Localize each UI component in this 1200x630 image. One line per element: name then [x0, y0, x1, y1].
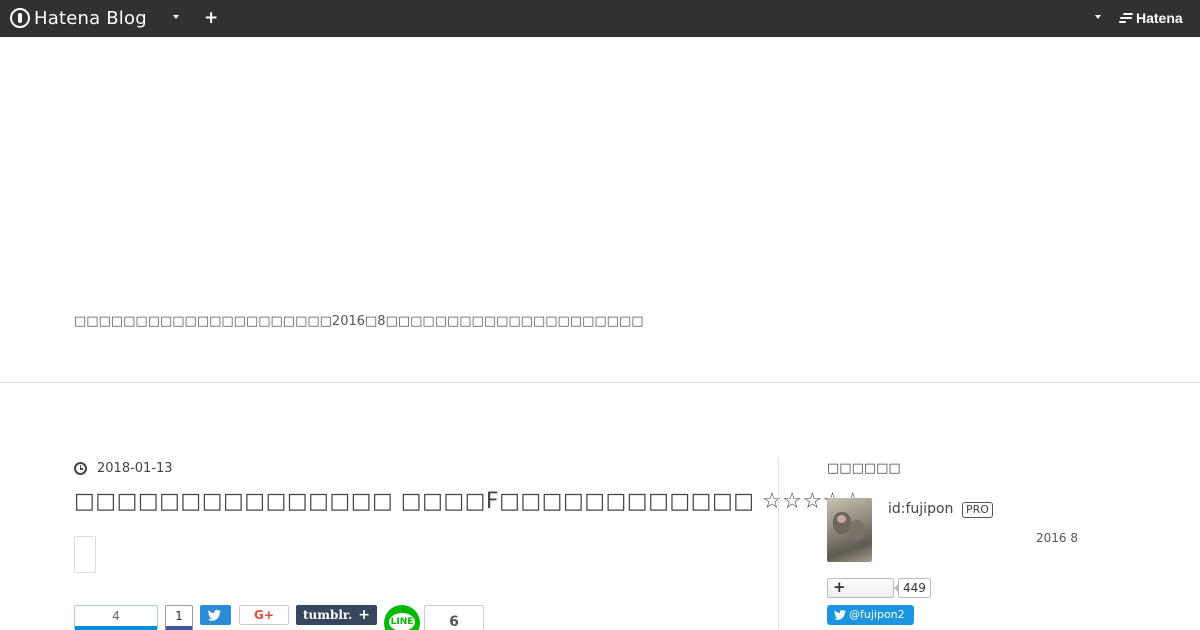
pocket-button[interactable]: 6	[424, 605, 484, 630]
entry-date-text: 2018-01-13	[97, 461, 173, 476]
facebook-share-button[interactable]: 1	[165, 605, 193, 630]
hatena-blog-logo[interactable]: Hatena Blog	[10, 7, 147, 29]
tumblr-plus-icon: +	[358, 607, 370, 623]
add-entry-button[interactable]: +	[204, 8, 218, 28]
line-icon: LINE	[389, 613, 415, 630]
hatena-wing-icon	[1119, 12, 1133, 24]
twitter-handle: @fujipon2	[849, 608, 905, 621]
entry-category-box	[74, 536, 96, 573]
blog-menu-dropdown-icon[interactable]	[173, 15, 179, 19]
hatena-bookmark-icon	[75, 626, 157, 630]
pro-badge: PRO	[962, 502, 993, 518]
facebook-share-count: 1	[175, 609, 183, 623]
facebook-icon	[166, 626, 192, 630]
twitter-follow-button[interactable]: @fujipon2	[827, 605, 914, 625]
google-plus-share-button[interactable]: G+	[239, 605, 289, 625]
pocket-count: 6	[449, 614, 459, 630]
header-divider	[0, 382, 1200, 383]
follow-blog-button[interactable]: +	[827, 578, 894, 598]
hatena-blog-logo-icon	[10, 8, 30, 28]
user-id-link[interactable]: id:fujipon	[888, 501, 953, 517]
line-share-button[interactable]: LINE	[384, 605, 420, 630]
follower-count: 449	[894, 578, 931, 598]
user-menu-dropdown-icon[interactable]	[1095, 15, 1101, 19]
blog-since-text: 2016 8	[1036, 531, 1078, 545]
clock-icon	[74, 462, 87, 475]
user-avatar[interactable]	[827, 498, 872, 562]
sidebar-divider	[778, 458, 779, 630]
global-header-bar: Hatena Blog + Hatena	[0, 0, 1200, 37]
tumblr-share-button[interactable]: tumblr. +	[296, 605, 377, 625]
hatena-bookmark-count: 4	[112, 609, 120, 623]
tumblr-label: tumblr.	[303, 608, 353, 622]
twitter-bird-icon	[834, 610, 846, 620]
entry-title[interactable]: □□□□□□□□□□□□□□□ □□□□F□□□□□□□□□□□□ ☆☆☆☆☆	[74, 489, 863, 514]
hatena-label: Hatena	[1136, 10, 1183, 26]
logo-text: Hatena Blog	[34, 7, 147, 29]
hatena-home-link[interactable]: Hatena	[1119, 10, 1183, 26]
blog-description: □□□□□□□□□□□□□□□□□□□□□2016□8□□□□□□□□□□□□□…	[74, 314, 644, 329]
twitter-bird-icon	[207, 609, 221, 621]
entry-date[interactable]: 2018-01-13	[74, 461, 173, 476]
twitter-share-button[interactable]	[200, 605, 231, 625]
sidebar-profile-heading: □□□□□□	[827, 461, 901, 476]
hatena-bookmark-button[interactable]: 4	[74, 605, 158, 630]
